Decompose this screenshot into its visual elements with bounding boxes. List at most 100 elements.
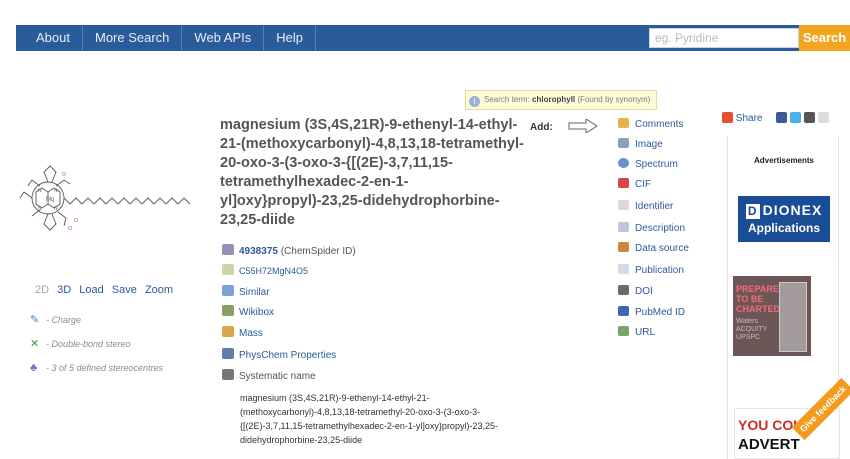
physchem-link[interactable]: PhysChem Properties	[222, 348, 336, 361]
waters-ad[interactable]: PREPARE TO BE CHARTED Waters ACQUITY UPS…	[733, 276, 811, 356]
image-icon	[618, 138, 629, 148]
share-label[interactable]: Share	[736, 113, 763, 124]
save-button[interactable]: Save	[112, 284, 137, 296]
top-nav-bar: About More Search Web APIs Help Search	[16, 25, 850, 51]
wikibox-link[interactable]: Wikibox	[222, 305, 274, 318]
formula-row: C55H72MgN4O5	[222, 264, 308, 277]
add-doi-label: DOI	[635, 286, 653, 297]
twitter-icon[interactable]	[790, 112, 802, 123]
facebook-icon[interactable]	[776, 112, 788, 123]
dionex-subtitle: Applications	[747, 221, 820, 235]
add-spectrum[interactable]: Spectrum	[618, 158, 678, 170]
search-input[interactable]	[649, 28, 799, 48]
add-publication-label: Publication	[635, 265, 684, 276]
chemspider-id[interactable]: 4938375	[239, 246, 278, 257]
search-term-value: chlorophyll	[532, 95, 576, 104]
add-image[interactable]: Image	[618, 138, 663, 150]
chemspider-id-label: (ChemSpider ID)	[280, 246, 356, 257]
load-button[interactable]: Load	[79, 284, 103, 296]
add-image-label: Image	[635, 139, 663, 150]
structure-view-controls: 2D 3D Load Save Zoom	[35, 284, 178, 296]
waters-subtext: Waters ACQUITY UPSPC	[736, 318, 767, 341]
add-identifier-label: Identifier	[635, 201, 674, 212]
add-publication[interactable]: Publication	[618, 264, 684, 276]
add-label: Add:	[530, 122, 553, 133]
instrument-image	[779, 282, 807, 352]
charge-label: - Charge	[46, 315, 82, 325]
zoom-button[interactable]: Zoom	[145, 284, 173, 296]
similar-label: Similar	[239, 287, 270, 298]
mass-icon	[222, 326, 234, 337]
url-icon	[618, 326, 629, 336]
info-icon: i	[469, 96, 480, 107]
add-cif-label: CIF	[635, 179, 652, 190]
add-doi[interactable]: DOI	[618, 285, 653, 297]
svg-text:O: O	[74, 218, 78, 224]
nav-about[interactable]: About	[16, 25, 83, 51]
search-term-prefix: Search term:	[484, 95, 530, 104]
publication-icon	[618, 264, 629, 274]
svg-text:N: N	[54, 206, 58, 212]
comments-icon	[618, 118, 629, 128]
add-comments-label: Comments	[635, 119, 684, 130]
share-icon[interactable]	[722, 112, 733, 123]
mass-link[interactable]: Mass	[222, 326, 263, 339]
view-3d-button[interactable]: 3D	[57, 284, 71, 296]
molecular-formula: C55H72MgN4O5	[239, 266, 309, 276]
dionex-ad[interactable]: D DIONEX Applications	[738, 196, 830, 242]
nav-menu: About More Search Web APIs Help	[16, 25, 316, 51]
svg-text:O: O	[62, 172, 66, 178]
svg-text:N: N	[38, 188, 42, 194]
svg-text:N: N	[54, 188, 58, 194]
search-term-suffix: (Found by synonym)	[577, 95, 651, 104]
identifier-icon	[618, 200, 629, 210]
compound-title: magnesium (3S,4S,21R)-9-ethenyl-14-ethyl…	[220, 117, 524, 228]
doi-icon	[618, 285, 629, 295]
nav-help[interactable]: Help	[264, 25, 316, 51]
systematic-name-link[interactable]: Systematic name	[222, 369, 316, 382]
email-icon[interactable]	[817, 112, 829, 123]
description-icon	[618, 222, 629, 232]
physchem-label: PhysChem Properties	[239, 350, 337, 361]
spectrum-icon	[618, 158, 629, 168]
search-term-hint: i Search term: chlorophyll (Found by syno…	[465, 90, 658, 110]
charge-note: ✎ - Charge	[30, 313, 81, 326]
waters-headline: PREPARE TO BE CHARTED	[736, 284, 780, 314]
add-identifier[interactable]: Identifier	[618, 200, 673, 212]
search-button[interactable]: Search	[799, 25, 850, 51]
advertisements-heading: Advertisements	[753, 156, 815, 165]
add-spectrum-label: Spectrum	[635, 159, 678, 170]
wikibox-label: Wikibox	[239, 307, 275, 318]
mass-label: Mass	[239, 328, 263, 339]
double-bond-stereo-note: ✕ - Double-bond stereo	[30, 337, 131, 350]
view-2d-button[interactable]: 2D	[35, 284, 49, 296]
pencil-icon	[222, 244, 234, 255]
add-description[interactable]: Description	[618, 222, 685, 234]
data-source-icon	[618, 242, 629, 252]
add-data-source-label: Data source	[635, 243, 689, 254]
add-url[interactable]: URL	[618, 326, 655, 338]
similar-link[interactable]: Similar	[222, 285, 270, 298]
add-pubmed-id-label: PubMed ID	[635, 307, 686, 318]
share-bar: Share	[722, 112, 829, 124]
dionex-logo-mark: D	[745, 204, 760, 219]
svg-text:Mg: Mg	[46, 197, 54, 203]
svg-text:N: N	[38, 206, 42, 212]
digg-icon[interactable]	[803, 112, 815, 123]
add-url-label: URL	[635, 327, 656, 338]
molecule-structure-image[interactable]: Mg OOO N NN N	[18, 158, 193, 238]
add-comments[interactable]: Comments	[618, 118, 683, 130]
nav-more-search[interactable]: More Search	[83, 25, 183, 51]
nav-web-apis[interactable]: Web APIs	[182, 25, 265, 51]
add-cif[interactable]: CIF	[618, 178, 651, 190]
dionex-logo-text: DIONEX	[762, 202, 823, 218]
flask-icon	[222, 264, 234, 275]
double-bond-icon: ✕	[30, 338, 40, 350]
wikibox-icon	[222, 305, 234, 316]
ad-banner-line2: ADVERT	[738, 436, 800, 453]
systematic-name-label: Systematic name	[239, 371, 316, 382]
add-data-source[interactable]: Data source	[618, 242, 689, 254]
add-pubmed-id[interactable]: PubMed ID	[618, 306, 685, 318]
similar-icon	[222, 285, 234, 296]
physchem-icon	[222, 348, 234, 359]
